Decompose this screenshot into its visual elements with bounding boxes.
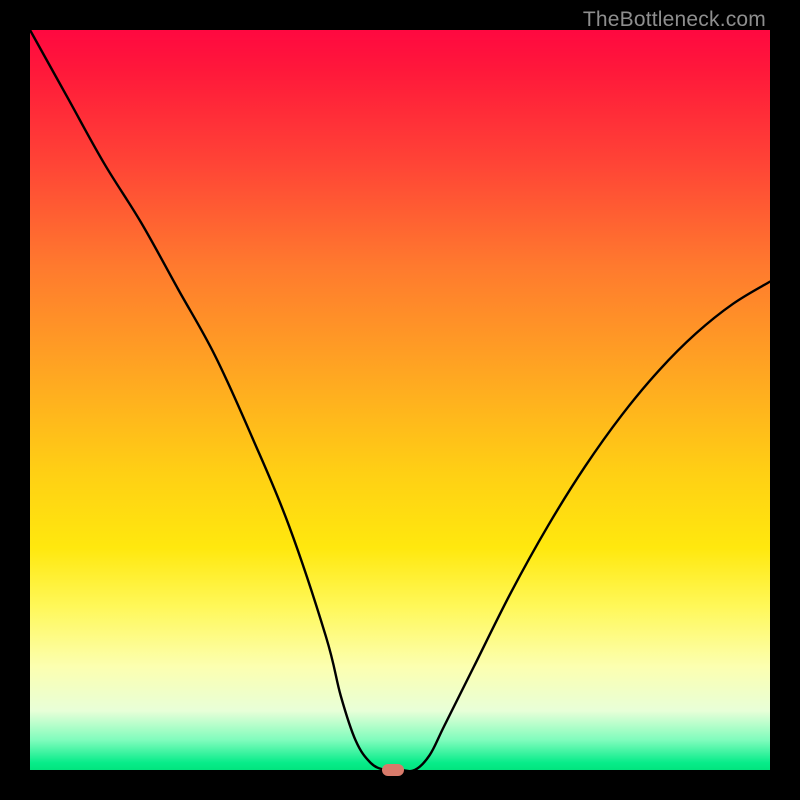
chart-frame: TheBottleneck.com [0, 0, 800, 800]
watermark-text: TheBottleneck.com [583, 8, 766, 32]
plot-area [30, 30, 770, 770]
min-marker [382, 764, 404, 776]
bottleneck-curve [30, 30, 770, 770]
